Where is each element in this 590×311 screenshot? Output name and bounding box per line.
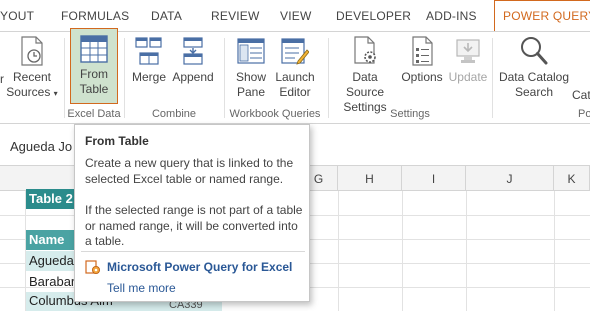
power-query-addin-icon [85, 260, 100, 274]
launch-editor-button[interactable]: Launch Editor [272, 36, 318, 106]
column-header-i[interactable]: I [402, 166, 466, 191]
tell-me-more-link[interactable]: Tell me more [107, 281, 176, 295]
data-catalog-search-label-1: Data Catalog [498, 70, 570, 84]
recent-sources-label-2: Sources [6, 85, 51, 99]
gridline [402, 191, 403, 311]
update-button[interactable]: Update [446, 36, 490, 96]
group-separator [492, 38, 493, 118]
recent-sources-button[interactable]: Recent Sources ▾ [6, 36, 58, 106]
data-catalog-search-label-2: Search [514, 85, 554, 99]
options-label: Options [401, 70, 443, 84]
tooltip-description: Create a new query that is linked to the… [85, 156, 294, 186]
update-label: Update [448, 70, 488, 84]
append-icon [183, 37, 203, 65]
launch-editor-label-2: Editor [279, 85, 311, 99]
table-icon [80, 35, 108, 63]
tab-power-query[interactable]: POWER QUERY [494, 0, 590, 32]
tab-layout[interactable]: YOUT [0, 0, 34, 31]
gridline [466, 191, 467, 311]
group-label-combine: Combine [151, 108, 197, 120]
search-icon [521, 37, 548, 65]
data-source-settings-button[interactable]: Data Source Settings [332, 36, 398, 114]
from-table-label-1: From [80, 67, 108, 81]
launch-editor-icon [281, 38, 309, 65]
append-button[interactable]: Append [170, 36, 216, 96]
tooltip-addin-name: Microsoft Power Query for Excel [107, 260, 293, 274]
table-cell-row-1[interactable]: Agueda [26, 251, 76, 271]
tooltip-title: From Table [85, 134, 149, 148]
tab-add-ins[interactable]: ADD-INS [426, 0, 477, 31]
recent-sources-label-1: Recent [12, 70, 52, 84]
merge-button[interactable]: Merge [128, 36, 170, 96]
merge-icon [135, 37, 162, 65]
tooltip-note: If the selected range is not part of a t… [85, 203, 303, 248]
show-pane-button[interactable]: Show Pane [230, 36, 272, 106]
from-table-label-2: Table [79, 82, 109, 96]
column-header-k[interactable]: K [554, 166, 590, 191]
data-source-settings-label-1: Data Source [345, 70, 385, 99]
from-table-tooltip: From Table Create a new query that is li… [74, 124, 310, 302]
from-table-button[interactable]: From Table [70, 28, 118, 104]
show-pane-icon [237, 38, 265, 64]
tab-review[interactable]: REVIEW [211, 0, 260, 31]
table-cell-partial[interactable]: CA339 [166, 301, 222, 311]
update-icon [456, 39, 480, 63]
ribbon-tab-bar: YOUT FORMULAS DATA REVIEW VIEW DEVELOPER… [0, 0, 590, 32]
options-icon [412, 36, 433, 66]
launch-editor-label-1: Launch [275, 70, 315, 84]
recent-sources-icon [21, 36, 43, 66]
tab-view[interactable]: VIEW [280, 0, 311, 31]
tooltip-divider [81, 251, 305, 252]
gridline [554, 191, 555, 311]
options-button[interactable]: Options [398, 36, 446, 96]
partial-catalog-button-label[interactable]: Cat [572, 88, 590, 103]
group-separator [64, 38, 65, 118]
group-label-excel-data: Excel Data [67, 108, 121, 120]
tab-data[interactable]: DATA [151, 0, 182, 31]
show-pane-label-2: Pane [236, 85, 266, 99]
table-header-name[interactable]: Name [26, 230, 76, 250]
group-label-partial: Po [578, 108, 590, 120]
ribbon: r Recent Sources ▾ From Table Excel Data [0, 28, 590, 123]
table-cell-row-2[interactable]: Barabar [26, 272, 76, 292]
tab-formulas[interactable]: FORMULAS [61, 0, 129, 31]
merge-label: Merge [131, 70, 166, 84]
group-separator [124, 38, 125, 118]
column-header-h[interactable]: H [338, 166, 402, 191]
column-header-j[interactable]: J [466, 166, 554, 191]
tab-developer[interactable]: DEVELOPER [336, 0, 411, 31]
name-box[interactable]: Agueda Jo [10, 139, 72, 154]
group-separator [328, 38, 329, 118]
show-pane-label-1: Show [235, 70, 267, 84]
table-title-cell[interactable]: Table 2 [26, 189, 76, 209]
group-label-workbook-queries: Workbook Queries [229, 108, 321, 120]
chevron-down-icon: ▾ [53, 89, 58, 98]
append-label: Append [172, 70, 214, 84]
group-label-settings: Settings [390, 108, 430, 120]
group-separator [224, 38, 225, 118]
data-source-settings-icon [354, 36, 376, 64]
data-catalog-search-button[interactable]: Data Catalog Search [496, 36, 572, 106]
gridline [338, 191, 339, 311]
